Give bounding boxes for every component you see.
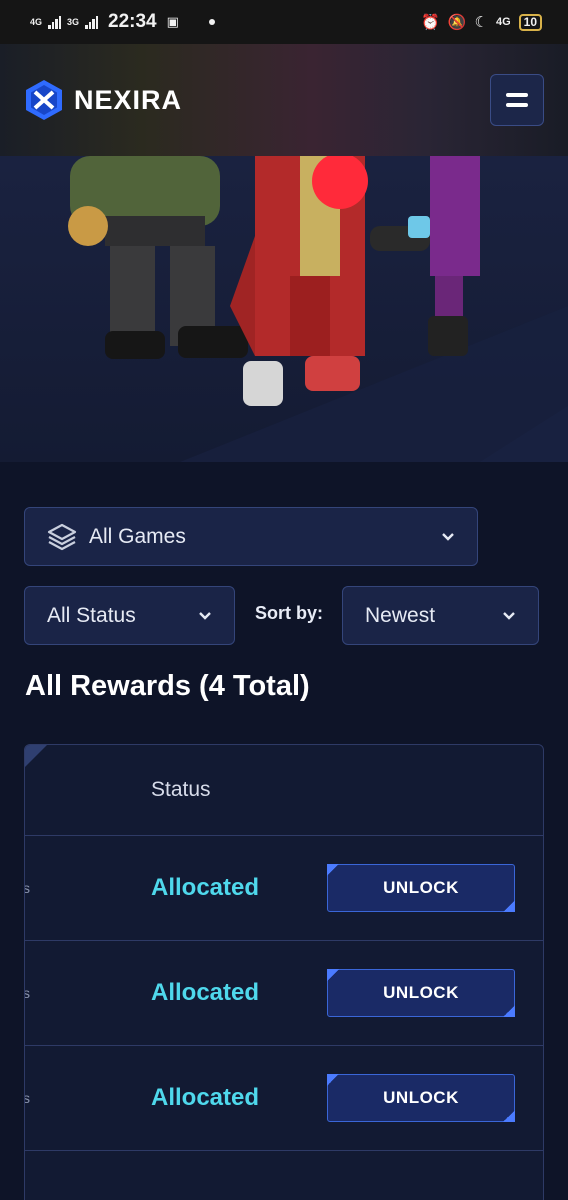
signal-icon-2 (85, 15, 99, 29)
brand-logo[interactable]: NEXIRA (24, 79, 182, 121)
unlock-button[interactable]: UNLOCK (327, 1074, 515, 1122)
games-filter-label: All Games (89, 524, 186, 548)
table-row: s Allocated UNLOCK (25, 836, 543, 941)
status-value: Allocated (151, 979, 260, 1006)
battery-icon: 10 (518, 13, 542, 31)
truncated-cell: s (25, 1090, 30, 1106)
unlock-button[interactable]: UNLOCK (327, 969, 515, 1017)
status-bar: 4G 3G 22:34 ▣ ⏰ 🔕 ☾ 4G 10 (0, 0, 568, 44)
sort-dropdown[interactable]: Newest (342, 586, 539, 645)
table-row (25, 1151, 543, 1200)
site-header: NEXIRA (0, 44, 568, 156)
notification-icon: ▣ (166, 14, 179, 29)
nexira-logo-icon (26, 80, 62, 120)
rewards-table: Status s Allocated UNLOCK s Allocated UN… (24, 744, 544, 1200)
network-type-1: 4G (30, 16, 43, 27)
truncated-cell: s (25, 985, 30, 1001)
games-filter-dropdown[interactable]: All Games (24, 507, 478, 566)
sort-by-label: Sort by: (255, 603, 324, 623)
truncated-cell: s (25, 880, 30, 896)
moon-icon: ☾ (474, 14, 488, 31)
rewards-title: All Rewards (4 Total) (25, 670, 310, 702)
chevron-down-icon (503, 611, 515, 620)
menu-button[interactable] (490, 74, 544, 126)
status-value: Allocated (151, 1084, 260, 1111)
layers-icon (47, 523, 77, 550)
brand-name: NEXIRA (74, 84, 183, 115)
chevron-down-icon (199, 611, 211, 620)
unlock-button[interactable]: UNLOCK (327, 864, 515, 912)
corner-accent (25, 745, 47, 767)
table-header: Status (25, 745, 543, 836)
sort-value: Newest (365, 603, 436, 627)
network-type-2: 3G (67, 16, 80, 27)
status-filter-dropdown[interactable]: All Status (24, 586, 235, 645)
table-row: s Allocated UNLOCK (25, 941, 543, 1046)
notification-dot-icon (208, 19, 215, 25)
signal-icon (48, 15, 62, 29)
column-status: Status (151, 778, 211, 801)
clock: 22:34 (108, 11, 157, 32)
table-row: s Allocated UNLOCK (25, 1046, 543, 1151)
alarm-icon: ⏰ (421, 14, 440, 31)
chevron-down-icon (442, 532, 454, 541)
hero-banner (0, 156, 568, 462)
mute-icon: 🔕 (447, 14, 467, 31)
hero-characters-image (0, 156, 568, 462)
hamburger-menu-icon (506, 93, 528, 97)
status-value: Allocated (151, 874, 260, 901)
network-type-3: 4G (495, 15, 511, 28)
status-filter-label: All Status (47, 603, 136, 627)
